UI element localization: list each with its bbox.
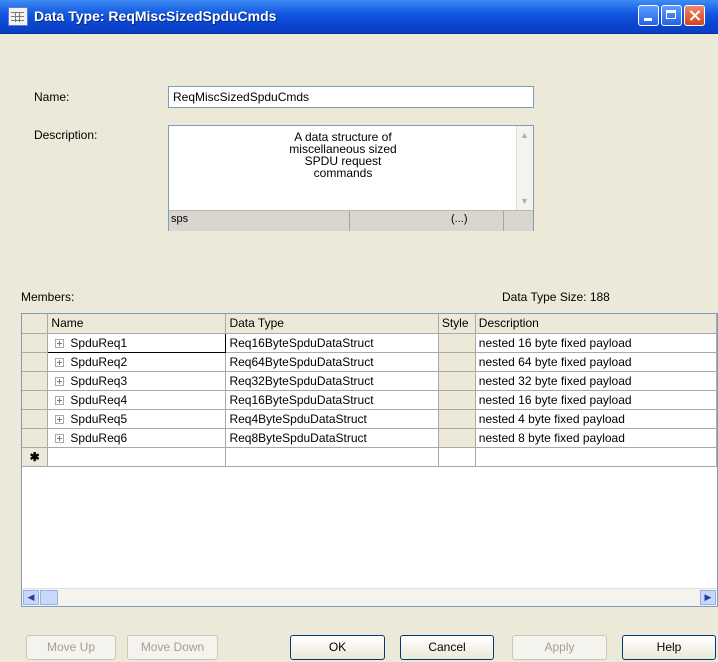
name-field[interactable]: ReqMiscSizedSpduCmds	[168, 86, 534, 108]
members-header-row: Name Data Type Style Description	[22, 314, 717, 334]
member-style-cell[interactable]	[438, 409, 476, 429]
new-member-style-cell[interactable]	[438, 447, 476, 467]
expand-icon[interactable]	[55, 338, 65, 348]
expand-icon[interactable]	[55, 357, 65, 367]
members-table: Name Data Type Style Description SpduReq…	[22, 314, 717, 467]
table-row[interactable]: SpduReq3 Req32ByteSpduDataStruct nested …	[22, 371, 717, 391]
member-style-cell[interactable]	[438, 390, 476, 410]
member-description-cell[interactable]: nested 16 byte fixed payload	[475, 333, 717, 353]
description-status-bar: sps (...)	[169, 210, 533, 231]
description-text: A data structure of miscellaneous sized …	[289, 130, 397, 180]
data-type-icon	[8, 7, 28, 26]
window-title: Data Type: ReqMiscSizedSpduCmds	[34, 8, 277, 24]
ok-button[interactable]: OK	[290, 635, 385, 660]
member-style-cell[interactable]	[438, 371, 476, 391]
description-browse-button[interactable]: (...)	[451, 213, 468, 225]
expand-icon[interactable]	[55, 433, 65, 443]
apply-button[interactable]: Apply	[512, 635, 607, 660]
description-status-left: sps	[171, 213, 189, 225]
member-description-cell[interactable]: nested 64 byte fixed payload	[475, 352, 717, 372]
description-scrollbar[interactable]: ▲ ▼	[516, 126, 533, 210]
scroll-down-icon[interactable]: ▼	[520, 196, 529, 206]
column-header-description[interactable]: Description	[475, 314, 717, 334]
member-name-cell[interactable]: SpduReq2	[47, 352, 227, 372]
row-selector[interactable]	[22, 352, 49, 372]
member-description-cell[interactable]: nested 16 byte fixed payload	[475, 390, 717, 410]
table-row[interactable]: SpduReq6 Req8ByteSpduDataStruct nested 8…	[22, 428, 717, 448]
row-selector[interactable]	[22, 409, 49, 429]
member-description-cell[interactable]: nested 8 byte fixed payload	[475, 428, 717, 448]
row-selector[interactable]	[22, 428, 49, 448]
member-style-cell[interactable]	[438, 352, 476, 372]
new-member-name-cell[interactable]	[47, 447, 227, 467]
row-selector[interactable]	[22, 333, 49, 353]
expand-icon[interactable]	[55, 395, 65, 405]
member-data-type-cell[interactable]: Req32ByteSpduDataStruct	[225, 371, 439, 391]
table-row[interactable]: SpduReq2 Req64ByteSpduDataStruct nested …	[22, 352, 717, 372]
table-row[interactable]: SpduReq5 Req4ByteSpduDataStruct nested 4…	[22, 409, 717, 429]
scroll-up-icon[interactable]: ▲	[520, 130, 529, 140]
new-member-description-cell[interactable]	[475, 447, 717, 467]
new-member-data-type-cell[interactable]	[225, 447, 439, 467]
maximize-button[interactable]	[661, 5, 682, 26]
column-header-data-type[interactable]: Data Type	[225, 314, 439, 334]
move-down-button[interactable]: Move Down	[127, 635, 218, 660]
help-button[interactable]: Help	[622, 635, 716, 660]
member-description-cell[interactable]: nested 4 byte fixed payload	[475, 409, 717, 429]
member-style-cell[interactable]	[438, 333, 476, 353]
horizontal-scrollbar[interactable]: ◀ ▶	[22, 588, 717, 606]
name-label: Name:	[34, 90, 70, 104]
table-row[interactable]: SpduReq4 Req16ByteSpduDataStruct nested …	[22, 390, 717, 410]
scroll-right-icon[interactable]: ▶	[700, 590, 716, 605]
expand-icon[interactable]	[55, 414, 65, 424]
member-name-cell[interactable]: SpduReq1	[47, 332, 227, 353]
member-data-type-cell[interactable]: Req16ByteSpduDataStruct	[225, 390, 439, 410]
column-header-style[interactable]: Style	[438, 314, 476, 334]
row-selector[interactable]	[22, 371, 49, 391]
member-style-cell[interactable]	[438, 428, 476, 448]
members-label: Members:	[21, 290, 75, 304]
member-name-cell[interactable]: SpduReq5	[47, 409, 227, 429]
data-type-size: Data Type Size: 188	[502, 290, 610, 304]
scroll-left-icon[interactable]: ◀	[23, 590, 39, 605]
scroll-thumb[interactable]	[40, 590, 58, 605]
member-name-cell[interactable]: SpduReq3	[47, 371, 227, 391]
cancel-button[interactable]: Cancel	[400, 635, 494, 660]
move-up-button[interactable]: Move Up	[26, 635, 116, 660]
member-data-type-cell[interactable]: Req4ByteSpduDataStruct	[225, 409, 439, 429]
description-label: Description:	[34, 128, 98, 142]
member-data-type-cell[interactable]: Req8ByteSpduDataStruct	[225, 428, 439, 448]
new-member-row[interactable]: ✱	[22, 447, 717, 467]
member-data-type-cell[interactable]: Req16ByteSpduDataStruct	[225, 333, 439, 353]
row-selector-header	[22, 314, 49, 334]
title-bar[interactable]: Data Type: ReqMiscSizedSpduCmds	[0, 0, 718, 34]
new-row-icon[interactable]: ✱	[22, 447, 49, 467]
close-button[interactable]	[684, 5, 705, 26]
member-description-cell[interactable]: nested 32 byte fixed payload	[475, 371, 717, 391]
expand-icon[interactable]	[55, 376, 65, 386]
description-field[interactable]: A data structure of miscellaneous sized …	[168, 125, 534, 231]
member-data-type-cell[interactable]: Req64ByteSpduDataStruct	[225, 352, 439, 372]
members-grid[interactable]: Name Data Type Style Description SpduReq…	[21, 313, 718, 607]
member-name-cell[interactable]: SpduReq4	[47, 390, 227, 410]
member-name-cell[interactable]: SpduReq6	[47, 428, 227, 448]
data-type-dialog: Data Type: ReqMiscSizedSpduCmds Name: Re…	[0, 0, 718, 662]
row-selector[interactable]	[22, 390, 49, 410]
minimize-button[interactable]	[638, 5, 659, 26]
table-row[interactable]: SpduReq1 Req16ByteSpduDataStruct nested …	[22, 332, 717, 353]
column-header-name[interactable]: Name	[47, 314, 227, 334]
